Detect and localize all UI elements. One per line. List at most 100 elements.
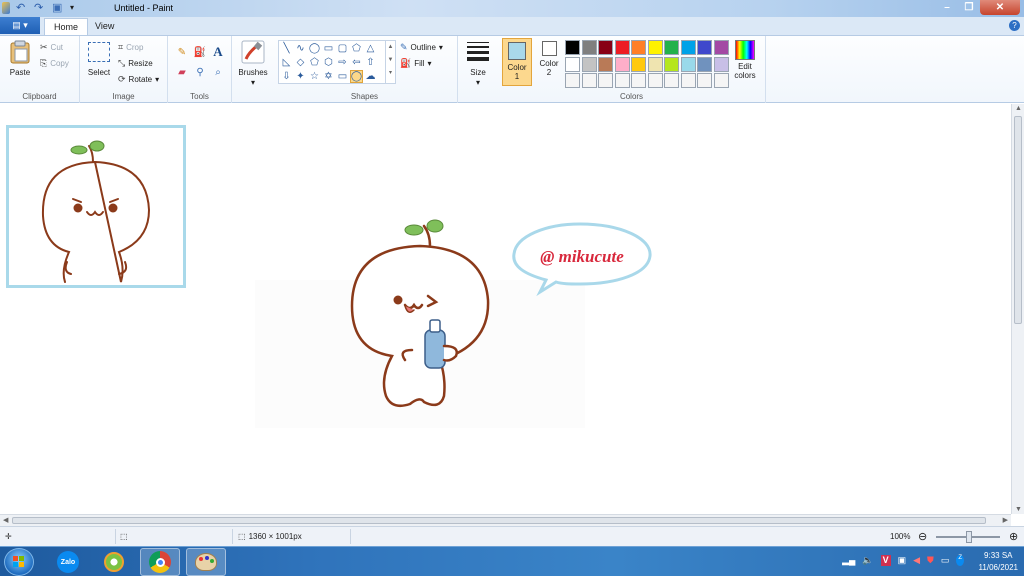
tray-zalo-icon[interactable]: Z <box>956 555 964 566</box>
rotate-button[interactable]: ⟳ Rotate ▾ <box>118 74 159 85</box>
start-button[interactable] <box>4 548 34 576</box>
line-shape-icon[interactable]: ╲ <box>280 42 293 55</box>
undo-icon[interactable]: ↶ <box>16 2 28 14</box>
close-button[interactable]: ✕ <box>980 0 1020 15</box>
scroll-down-icon[interactable]: ▼ <box>1015 506 1022 513</box>
tray-app-icon[interactable]: ▣ <box>898 555 907 566</box>
palette-swatch[interactable] <box>664 40 679 55</box>
oval-callout-icon[interactable]: ◯ <box>350 70 363 83</box>
palette-swatch[interactable] <box>697 73 712 88</box>
scroll-left-icon[interactable]: ◀ <box>3 516 8 524</box>
palette-swatch[interactable] <box>680 40 696 55</box>
palette-swatch[interactable] <box>598 56 613 72</box>
zoom-out-icon[interactable]: ⊖ <box>918 530 927 543</box>
resize-button[interactable]: ⤡ Resize <box>118 58 153 69</box>
palette-swatch[interactable] <box>680 73 696 88</box>
pencil-icon[interactable]: ✎ <box>174 44 190 60</box>
rect-callout-icon[interactable]: ▭ <box>336 70 349 83</box>
palette-swatch[interactable] <box>697 40 712 55</box>
taskbar-chrome[interactable] <box>140 548 180 576</box>
volume-icon[interactable]: 🔈 <box>862 555 873 566</box>
crop-button[interactable]: ⌗ Crop <box>118 42 143 53</box>
customize-qat-icon[interactable]: ▾ <box>70 2 82 14</box>
palette-swatch[interactable] <box>713 73 729 88</box>
fill-dropdown[interactable]: ⛽ Fill ▾ <box>400 58 431 69</box>
oval-shape-icon[interactable]: ◯ <box>308 42 321 55</box>
rounded-rectangle-shape-icon[interactable]: ▢ <box>336 42 349 55</box>
palette-swatch[interactable] <box>598 73 613 88</box>
palette-swatch[interactable] <box>581 73 597 88</box>
maximize-button[interactable]: ❐ <box>958 0 980 15</box>
six-point-star-icon[interactable]: ✡ <box>322 70 335 83</box>
horizontal-scrollbar[interactable]: ◀ ▶ <box>0 514 1011 526</box>
size-button[interactable]: Size ▾ <box>462 40 494 88</box>
clock[interactable]: 9:33 SA 11/06/2021 <box>979 550 1018 574</box>
palette-swatch[interactable] <box>664 73 679 88</box>
scroll-up-icon[interactable]: ▲ <box>1015 105 1022 112</box>
down-arrow-shape-icon[interactable]: ⇩ <box>280 70 293 83</box>
cloud-callout-icon[interactable]: ☁ <box>364 70 377 83</box>
cut-button[interactable]: ✂ Cut <box>40 42 63 53</box>
palette-swatch[interactable] <box>713 40 729 55</box>
palette-swatch[interactable] <box>565 40 580 55</box>
zoom-in-icon[interactable]: ⊕ <box>1009 530 1018 543</box>
palette-swatch[interactable] <box>697 56 712 72</box>
brushes-button[interactable]: Brushes ▾ <box>236 40 270 88</box>
magnifier-icon[interactable]: ⌕ <box>210 64 226 80</box>
palette-swatch[interactable] <box>713 56 729 72</box>
fill-bucket-icon[interactable]: ⛽ <box>192 44 208 60</box>
tab-home[interactable]: Home <box>44 18 89 35</box>
color-picker-icon[interactable]: ⚲ <box>192 64 208 80</box>
palette-swatch[interactable] <box>631 40 646 55</box>
help-icon[interactable]: ? <box>1009 20 1020 31</box>
minimize-button[interactable]: – <box>936 0 958 15</box>
redo-icon[interactable]: ↷ <box>34 2 46 14</box>
rectangle-shape-icon[interactable]: ▭ <box>322 42 335 55</box>
tray-speaker-icon[interactable]: ◀ <box>913 555 920 566</box>
vertical-scrollbar[interactable]: ▲ ▼ <box>1011 104 1024 514</box>
palette-swatch[interactable] <box>647 56 663 72</box>
palette-swatch[interactable] <box>647 40 663 55</box>
palette-swatch[interactable] <box>614 56 630 72</box>
hexagon-shape-icon[interactable]: ⬡ <box>322 56 335 69</box>
horizontal-scroll-thumb[interactable] <box>12 517 986 524</box>
palette-swatch[interactable] <box>581 56 597 72</box>
right-arrow-shape-icon[interactable]: ⇨ <box>336 56 349 69</box>
palette-swatch[interactable] <box>680 56 696 72</box>
palette-swatch[interactable] <box>581 40 597 55</box>
scroll-right-icon[interactable]: ▶ <box>1003 516 1008 524</box>
palette-swatch[interactable] <box>598 40 613 55</box>
color1-button[interactable]: Color 1 <box>502 38 532 86</box>
palette-swatch[interactable] <box>614 40 630 55</box>
left-arrow-shape-icon[interactable]: ⇦ <box>350 56 363 69</box>
triangle-shape-icon[interactable]: △ <box>364 42 377 55</box>
palette-swatch[interactable] <box>631 73 646 88</box>
shapes-scroll[interactable]: ▲ ▼ ▾ <box>385 41 395 83</box>
edit-colors-button[interactable]: Edit colors <box>730 40 760 86</box>
eraser-icon[interactable]: ▰ <box>174 64 190 80</box>
four-point-star-icon[interactable]: ✦ <box>294 70 307 83</box>
palette-swatch[interactable] <box>614 73 630 88</box>
five-point-star-icon[interactable]: ☆ <box>308 70 321 83</box>
signal-icon[interactable]: ▂▄ <box>842 555 855 566</box>
outline-dropdown[interactable]: ✎ Outline ▾ <box>400 42 443 53</box>
palette-swatch[interactable] <box>565 56 580 72</box>
right-triangle-shape-icon[interactable]: ◺ <box>280 56 293 69</box>
diamond-shape-icon[interactable]: ◇ <box>294 56 307 69</box>
text-tool-icon[interactable]: A <box>210 44 226 60</box>
polygon-shape-icon[interactable]: ⬠ <box>350 42 363 55</box>
save-icon[interactable]: ▣ <box>52 2 64 14</box>
palette-swatch[interactable] <box>664 56 679 72</box>
tray-battery-icon[interactable]: ▭ <box>941 555 950 566</box>
file-menu-button[interactable]: ▤ ▾ <box>0 17 40 34</box>
palette-swatch[interactable] <box>647 73 663 88</box>
taskbar-paint[interactable] <box>186 548 226 576</box>
paste-button[interactable]: Paste <box>6 40 34 84</box>
copy-button[interactable]: ⎘ Copy <box>40 58 69 69</box>
vertical-scroll-thumb[interactable] <box>1014 116 1022 324</box>
taskbar-app-green[interactable] <box>94 548 134 576</box>
color2-button[interactable]: Color 2 <box>534 38 564 86</box>
palette-swatch[interactable] <box>631 56 646 72</box>
up-arrow-shape-icon[interactable]: ⇧ <box>364 56 377 69</box>
curve-shape-icon[interactable]: ∿ <box>294 42 307 55</box>
